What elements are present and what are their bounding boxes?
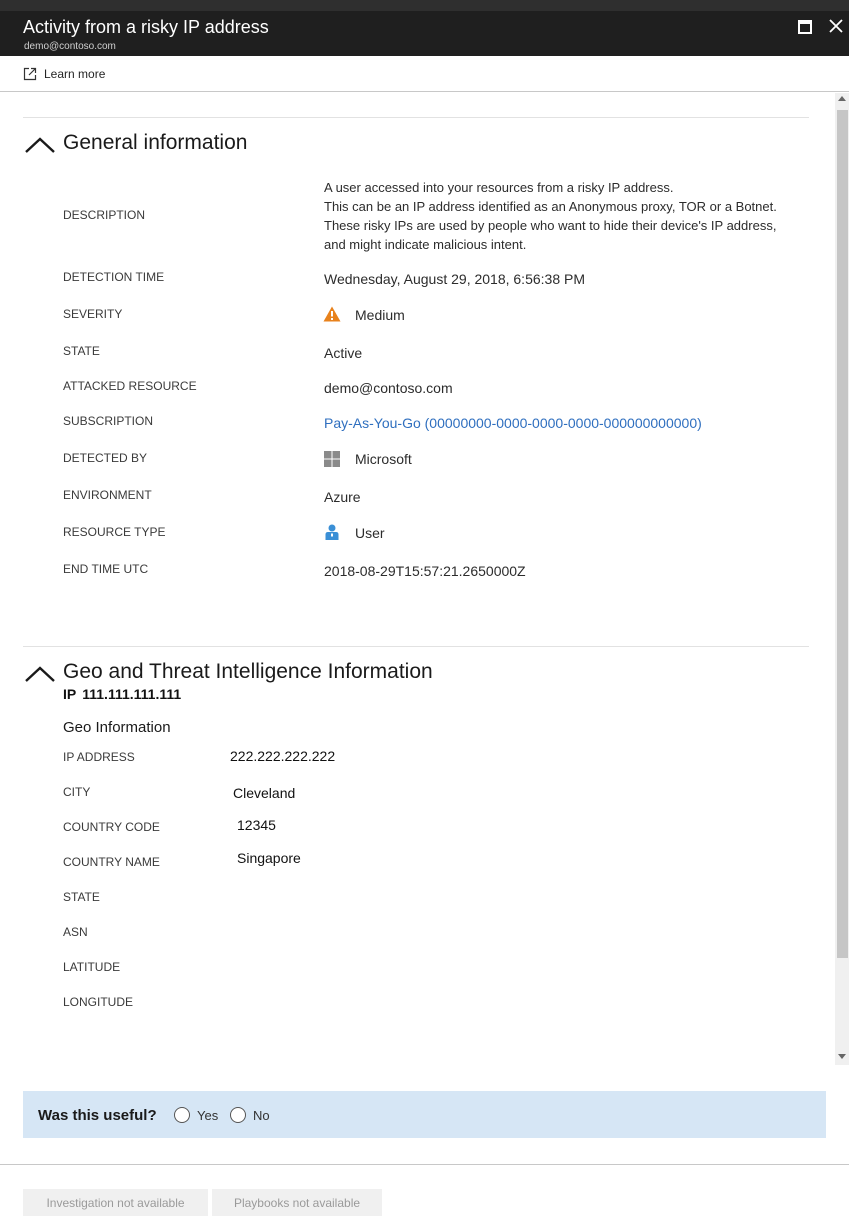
learn-more-link[interactable]: Learn more — [23, 66, 105, 82]
microsoft-logo-icon — [324, 451, 340, 467]
ip-address-label: IP ADDRESS — [63, 750, 135, 764]
blade-title: Activity from a risky IP address — [23, 17, 269, 37]
radio-circle-icon — [174, 1107, 190, 1123]
longitude-label: LONGITUDE — [63, 995, 134, 1009]
section-divider — [23, 117, 809, 118]
environment-value: Azure — [324, 489, 361, 505]
collapse-general-button[interactable] — [24, 136, 56, 154]
asn-label: ASN — [63, 925, 88, 939]
detected-by-value: Microsoft — [355, 451, 412, 467]
close-button[interactable] — [828, 18, 844, 34]
ip-heading: IP 111.111.111.111 — [63, 686, 181, 702]
scrollbar-thumb[interactable] — [837, 110, 848, 958]
detection-time-value: Wednesday, August 29, 2018, 6:56:38 PM — [324, 271, 585, 287]
country-code-value: 12345 — [237, 817, 276, 833]
city-value: Cleveland — [233, 785, 296, 801]
resource-type-value: User — [355, 525, 385, 541]
feedback-yes-radio[interactable]: Yes — [174, 1106, 218, 1124]
country-code-label: COUNTRY CODE — [63, 820, 160, 834]
description-line: These risky IPs are used by people who w… — [324, 218, 777, 233]
feedback-no-label: No — [253, 1107, 270, 1123]
geo-state-label: STATE — [63, 890, 100, 904]
collapse-geo-button[interactable] — [24, 665, 56, 683]
maximize-button[interactable] — [798, 20, 812, 34]
investigation-button[interactable]: Investigation not available — [23, 1189, 208, 1216]
description-line: This can be an IP address identified as … — [324, 199, 777, 214]
footer-divider — [0, 1164, 849, 1165]
user-icon — [325, 524, 339, 540]
environment-label: ENVIRONMENT — [63, 488, 152, 502]
detection-time-label: DETECTION TIME — [63, 270, 165, 284]
warning-icon — [323, 306, 341, 322]
feedback-yes-label: Yes — [197, 1107, 219, 1123]
severity-value: Medium — [355, 307, 405, 323]
end-time-label: END TIME UTC — [63, 562, 149, 576]
description-line: and might indicate malicious intent. — [324, 237, 527, 252]
chevron-up-icon — [25, 666, 55, 682]
feedback-no-radio[interactable]: No — [230, 1106, 270, 1124]
attacked-resource-value: demo@contoso.com — [324, 380, 453, 396]
attacked-resource-label: ATTACKED RESOURCE — [63, 379, 197, 393]
window-top-strip — [0, 0, 849, 11]
description-line: A user accessed into your resources from… — [324, 180, 674, 195]
description-label: DESCRIPTION — [63, 208, 146, 222]
detected-by-label: DETECTED BY — [63, 451, 148, 465]
learn-more-label: Learn more — [44, 67, 106, 81]
end-time-value: 2018-08-29T15:57:21.2650000Z — [324, 563, 526, 579]
state-label: STATE — [63, 344, 100, 358]
severity-label: SEVERITY — [63, 307, 123, 321]
feedback-question: Was this useful? — [38, 1107, 157, 1124]
ip-address-value: 222.222.222.222 — [230, 748, 336, 764]
country-name-label: COUNTRY NAME — [63, 855, 160, 869]
state-value: Active — [324, 345, 363, 361]
city-label: CITY — [63, 785, 91, 799]
latitude-label: LATITUDE — [63, 960, 121, 974]
country-name-value: Singapore — [237, 850, 301, 866]
geo-information-title: Geo Information — [63, 719, 171, 736]
scroll-down-arrow-icon[interactable] — [838, 1054, 846, 1059]
general-information-title: General information — [63, 131, 248, 154]
geo-section-title: Geo and Threat Intelligence Information — [63, 660, 433, 683]
external-link-icon — [23, 67, 37, 81]
ip-prefix: IP — [63, 686, 77, 702]
chevron-up-icon — [25, 137, 55, 153]
resource-type-label: RESOURCE TYPE — [63, 525, 166, 539]
command-bar: Learn more — [0, 56, 849, 92]
maximize-icon — [798, 20, 812, 34]
subscription-link[interactable]: Pay-As-You-Go (00000000-0000-0000-0000-0… — [324, 415, 702, 431]
subscription-label: SUBSCRIPTION — [63, 414, 154, 428]
scroll-up-arrow-icon[interactable] — [838, 96, 846, 101]
playbooks-button[interactable]: Playbooks not available — [212, 1189, 382, 1216]
ip-value: 111.111.111.111 — [82, 686, 182, 702]
description-value: A user accessed into your resources from… — [324, 178, 814, 254]
blade-subtitle: demo@contoso.com — [24, 41, 116, 52]
blade-header: Activity from a risky IP address demo@co… — [0, 11, 849, 56]
section-divider — [23, 646, 809, 647]
feedback-bar: Was this useful? Yes No — [23, 1091, 826, 1138]
radio-circle-icon — [230, 1107, 246, 1123]
close-icon — [829, 19, 843, 33]
